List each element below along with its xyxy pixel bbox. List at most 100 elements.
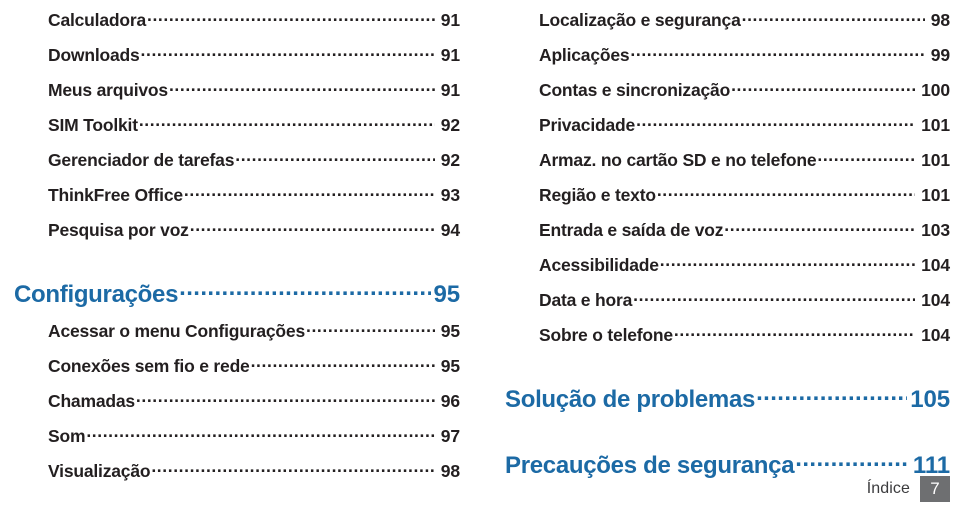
toc-entry-page-number: 93 <box>440 185 460 205</box>
toc-entry-label: Visualização <box>48 461 151 481</box>
toc-entry-page-number: 91 <box>440 45 460 65</box>
toc-entry-page-number: 101 <box>921 185 950 205</box>
toc-entry-label: Gerenciador de tarefas <box>48 150 235 170</box>
dot-leader <box>630 45 924 61</box>
dot-leader <box>190 220 435 236</box>
toc-entry[interactable]: Privacidade 101 <box>505 115 950 150</box>
toc-entry[interactable]: Calculadora 91 <box>14 10 460 45</box>
toc-entry-label: Sobre o telefone <box>539 325 673 345</box>
toc-entry[interactable]: Som 97 <box>14 426 460 461</box>
toc-entry-page-number: 96 <box>440 391 460 411</box>
toc-entry-page-number: 100 <box>921 80 950 100</box>
dot-leader <box>184 185 435 201</box>
toc-entry-label: SIM Toolkit <box>48 115 138 135</box>
toc-entry-page-number: 101 <box>921 115 950 135</box>
toc-entry[interactable]: Acessibilidade 104 <box>505 255 950 290</box>
toc-entry-page-number: 92 <box>440 115 460 135</box>
toc-entry-page-number: 97 <box>440 426 460 446</box>
toc-entry[interactable]: Gerenciador de tarefas 92 <box>14 150 460 185</box>
toc-entry-list-left: Calculadora 91 Downloads 91 Meus arquivos 91 S… <box>14 10 460 496</box>
toc-entry[interactable]: Pesquisa por voz 94 <box>14 220 460 255</box>
toc-entry[interactable]: Região e texto 101 <box>505 185 950 220</box>
toc-entry[interactable]: Contas e sincronização 100 <box>505 80 950 115</box>
page-footer: Índice 7 <box>867 476 950 502</box>
dot-leader <box>151 461 434 477</box>
dot-leader <box>147 10 435 26</box>
dot-leader <box>742 10 925 26</box>
toc-entry-label: Acessibilidade <box>539 255 659 275</box>
dot-leader <box>251 356 435 372</box>
toc-column-left: Calculadora 91 Downloads 91 Meus arquivos 91 S… <box>14 0 460 496</box>
toc-entry[interactable]: Localização e segurança 98 <box>505 10 950 45</box>
toc-entry-label: Região e texto <box>539 185 656 205</box>
toc-entry[interactable]: Acessar o menu Configurações 95 <box>14 321 460 356</box>
toc-entry[interactable]: SIM Toolkit 92 <box>14 115 460 150</box>
dot-leader <box>756 391 907 407</box>
toc-entry-label: Som <box>48 426 86 446</box>
toc-entry-label: Pesquisa por voz <box>48 220 189 240</box>
dot-leader <box>657 185 915 201</box>
toc-entry[interactable]: Chamadas 96 <box>14 391 460 426</box>
toc-entry-page-number: 95 <box>440 321 460 341</box>
dot-leader <box>731 80 915 96</box>
toc-entry-list-right: Localização e segurança 98 Aplicações 99 Con… <box>505 10 950 492</box>
dot-leader <box>724 220 915 236</box>
toc-entry-page-number: 94 <box>440 220 460 240</box>
toc-entry[interactable]: Data e hora 104 <box>505 290 950 325</box>
toc-section-heading[interactable]: Solução de problemas 105 <box>505 386 950 426</box>
toc-entry-page-number: 104 <box>921 255 950 275</box>
toc-entry-page-number: 95 <box>440 356 460 376</box>
toc-entry-label: Data e hora <box>539 290 633 310</box>
toc-entry[interactable]: Aplicações 99 <box>505 45 950 80</box>
dot-leader <box>235 150 434 166</box>
toc-entry-page-number: 98 <box>440 461 460 481</box>
dot-leader <box>179 286 430 302</box>
toc-entry-page-number: 101 <box>921 150 950 170</box>
dot-leader <box>674 325 915 341</box>
footer-section-label: Índice <box>866 480 910 497</box>
toc-entry[interactable]: Sobre o telefone 104 <box>505 325 950 360</box>
toc-entry[interactable]: Entrada e saída de voz 103 <box>505 220 950 255</box>
toc-entry-page-number: 95 <box>433 281 461 308</box>
dot-leader <box>169 80 435 96</box>
toc-entry-label: Privacidade <box>539 115 636 135</box>
toc-entry-label: Contas e sincronização <box>539 80 731 100</box>
toc-column-right: Localização e segurança 98 Aplicações 99 Con… <box>505 0 950 492</box>
toc-entry[interactable]: Armaz. no cartão SD e no telefone 101 <box>505 150 950 185</box>
toc-entry-page-number: 104 <box>921 290 950 310</box>
toc-entry-label: Conexões sem fio e rede <box>48 356 250 376</box>
dot-leader <box>636 115 915 131</box>
toc-entry[interactable]: ThinkFree Office 93 <box>14 185 460 220</box>
column-top-spacer <box>505 0 950 10</box>
toc-entry[interactable]: Meus arquivos 91 <box>14 80 460 115</box>
toc-entry-label: Localização e segurança <box>539 10 741 30</box>
toc-entry-label: Solução de problemas <box>505 386 756 413</box>
toc-entry[interactable]: Conexões sem fio e rede 95 <box>14 356 460 391</box>
dot-leader <box>660 255 915 271</box>
toc-entry-page-number: 91 <box>440 80 460 100</box>
toc-entry-label: Precauções de segurança <box>505 452 795 479</box>
dot-leader <box>795 457 910 473</box>
dot-leader <box>817 150 915 166</box>
toc-entry-page-number: 99 <box>930 45 950 65</box>
toc-entry-page-number: 104 <box>921 325 950 345</box>
dot-leader <box>633 290 915 306</box>
toc-entry-label: Downloads <box>48 45 140 65</box>
toc-entry-label: Chamadas <box>48 391 135 411</box>
dot-leader <box>136 391 435 407</box>
dot-leader <box>139 115 435 131</box>
toc-section-heading[interactable]: Configurações 95 <box>14 281 460 321</box>
toc-entry-label: ThinkFree Office <box>48 185 183 205</box>
toc-entry-page-number: 92 <box>440 150 460 170</box>
toc-entry-page-number: 105 <box>910 386 950 413</box>
toc-entry-label: Configurações <box>14 281 179 308</box>
column-top-spacer <box>14 0 460 10</box>
toc-entry[interactable]: Downloads 91 <box>14 45 460 80</box>
toc-entry[interactable]: Visualização 98 <box>14 461 460 496</box>
toc-entry-label: Calculadora <box>48 10 146 30</box>
toc-entry-label: Acessar o menu Configurações <box>48 321 305 341</box>
footer-page-number: 7 <box>920 476 950 502</box>
